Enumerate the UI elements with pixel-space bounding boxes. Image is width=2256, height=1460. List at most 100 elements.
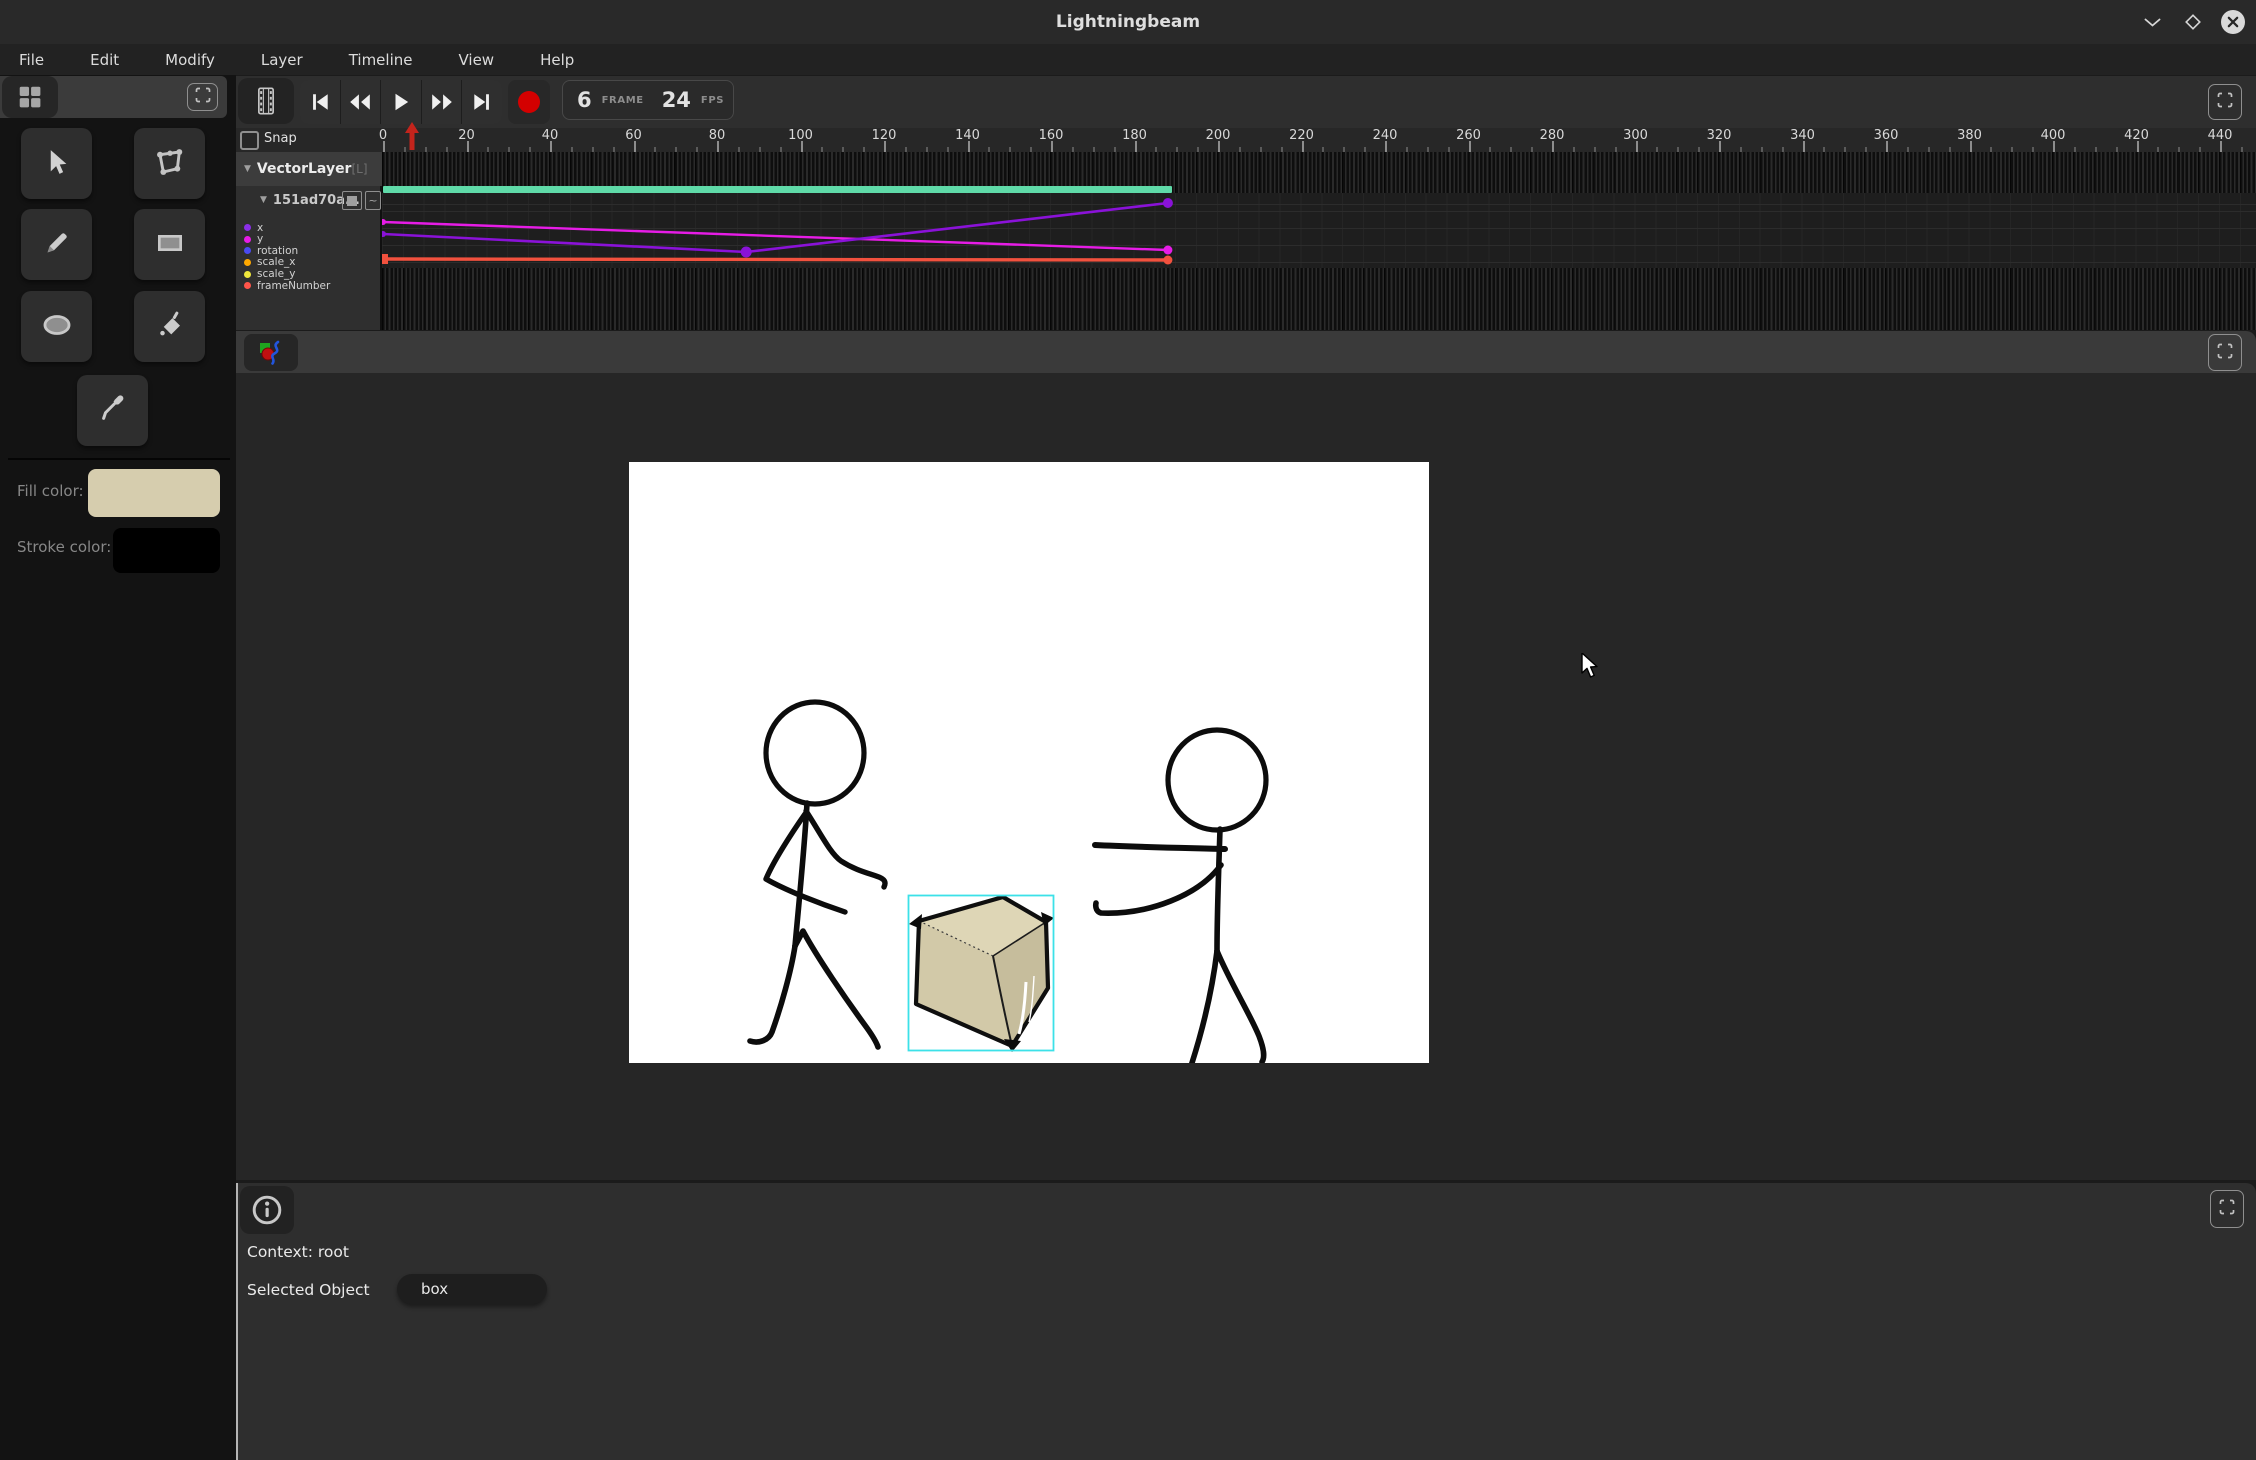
tools-expand-button[interactable]	[187, 83, 218, 111]
frame-strip-bottom[interactable]	[382, 268, 2256, 330]
cursor-icon	[42, 147, 72, 181]
menu-item-edit[interactable]: Edit	[90, 51, 119, 69]
ruler-tick	[467, 141, 469, 152]
stick-figure-right[interactable]	[1095, 730, 1266, 1063]
fast-forward-icon	[430, 91, 454, 113]
property-color-dot	[244, 236, 251, 243]
select-tool-button[interactable]	[21, 128, 92, 199]
skip-to-end-button[interactable]	[462, 80, 502, 124]
stage-drawing	[629, 462, 1429, 1063]
menu-item-help[interactable]: Help	[540, 51, 574, 69]
ruler-tick	[968, 141, 970, 152]
rewind-button[interactable]	[341, 80, 382, 124]
box-object[interactable]	[909, 896, 1055, 1053]
ruler-tick	[1636, 141, 1638, 152]
ruler-tick	[550, 141, 552, 152]
titlebar[interactable]: Lightningbeam	[0, 0, 2256, 44]
menu-item-layer[interactable]: Layer	[261, 51, 303, 69]
property-name: x	[257, 223, 263, 234]
expand-icon	[195, 87, 211, 107]
fps-value: 24	[662, 88, 691, 112]
eyedropper-tool-button[interactable]	[77, 375, 148, 446]
selected-object-label: Selected Object	[247, 1281, 370, 1299]
stick-figure-left[interactable]	[750, 702, 885, 1047]
ruler-tick	[1218, 141, 1220, 152]
sidebar-divider	[8, 458, 230, 460]
transform-icon	[154, 146, 186, 182]
rectangle-tool-button[interactable]	[134, 209, 205, 280]
timeline-ruler[interactable]: 0204060801001201401601802002202402602803…	[236, 128, 2256, 152]
stroke-color-swatch[interactable]	[113, 528, 220, 573]
pencil-tool-button[interactable]	[21, 209, 92, 280]
collapse-triangle-icon[interactable]: ▼	[244, 164, 251, 174]
timeline-panel: 6 FRAME 24 FPS Snap 02040608010012014016…	[236, 76, 2256, 330]
maximize-button[interactable]	[2176, 0, 2210, 44]
menu-item-timeline[interactable]: Timeline	[349, 51, 413, 69]
ruler-tick	[2137, 141, 2139, 152]
info-button[interactable]	[240, 1186, 294, 1234]
mouse-cursor	[1581, 653, 1603, 681]
layer-row-vectorlayer[interactable]: ▼ VectorLayer [L]	[236, 152, 382, 186]
chevron-down-icon	[2144, 18, 2161, 27]
menu-item-file[interactable]: File	[19, 51, 44, 69]
paint-bucket-tool-button[interactable]	[134, 291, 205, 362]
context-expand-button[interactable]	[2210, 1190, 2244, 1228]
property-curves[interactable]	[382, 193, 2256, 272]
ruler-tick	[634, 141, 636, 152]
stage[interactable]	[629, 462, 1429, 1063]
property-color-dot	[244, 271, 251, 278]
ruler-tick	[1719, 141, 1721, 152]
track-visibility-button[interactable]	[342, 191, 362, 210]
property-row-scale_x[interactable]: scale_x	[236, 257, 382, 269]
frame-fps-display: 6 FRAME 24 FPS	[562, 80, 734, 120]
skip-to-start-icon	[309, 91, 331, 113]
fast-forward-button[interactable]	[422, 80, 463, 124]
animation-span-bar[interactable]	[383, 186, 1172, 193]
record-button[interactable]	[508, 80, 550, 124]
rewind-icon	[348, 91, 372, 113]
menu-item-view[interactable]: View	[458, 51, 494, 69]
ellipse-tool-button[interactable]	[21, 291, 92, 362]
expand-icon	[2217, 343, 2233, 363]
track-curve-button[interactable]: ~	[365, 191, 381, 210]
ruler-tick	[2053, 141, 2055, 152]
timeline-expand-button[interactable]	[2208, 84, 2242, 120]
record-icon	[518, 91, 540, 113]
frames-area[interactable]	[382, 152, 2256, 330]
skip-to-start-button[interactable]	[300, 80, 341, 124]
grid-icon	[17, 84, 43, 110]
collapse-triangle-icon[interactable]: ▼	[260, 195, 267, 205]
play-button[interactable]	[381, 80, 422, 124]
property-name: scale_y	[257, 269, 296, 280]
timeline-mode-button[interactable]	[238, 78, 294, 124]
canvas-mode-button[interactable]	[244, 334, 298, 371]
property-row-rotation[interactable]: rotation	[236, 245, 382, 257]
expand-icon	[2219, 1199, 2235, 1219]
property-name: frameNumber	[257, 281, 330, 292]
canvas-expand-button[interactable]	[2208, 334, 2242, 371]
fill-color-label: Fill color:	[17, 482, 84, 500]
frame-value: 6	[577, 88, 592, 112]
menu-item-modify[interactable]: Modify	[165, 51, 215, 69]
property-name: rotation	[257, 246, 298, 257]
selected-object-value[interactable]: box	[397, 1274, 547, 1304]
property-row-scale_y[interactable]: scale_y	[236, 268, 382, 280]
context-text: Context: root	[247, 1243, 349, 1261]
layer-row-object[interactable]: ▼ 151ad70a... ~	[236, 186, 382, 214]
property-row-y[interactable]: y	[236, 234, 382, 246]
ruler-tick	[1051, 141, 1053, 152]
fill-color-swatch[interactable]	[88, 469, 220, 517]
layer-name: VectorLayer	[257, 161, 352, 177]
close-button[interactable]	[2216, 0, 2250, 44]
property-color-dot	[244, 259, 251, 266]
playhead-marker[interactable]	[404, 122, 420, 152]
property-row-frameNumber[interactable]: frameNumber	[236, 280, 382, 292]
transform-tool-button[interactable]	[134, 128, 205, 199]
minimize-button[interactable]	[2135, 0, 2169, 44]
property-row-x[interactable]: x	[236, 222, 382, 234]
panel-grid-button[interactable]	[2, 76, 58, 118]
info-icon	[251, 1194, 283, 1226]
ruler-tick	[2220, 141, 2222, 152]
canvas-header	[236, 331, 2256, 373]
canvas-panel	[236, 331, 2256, 1180]
